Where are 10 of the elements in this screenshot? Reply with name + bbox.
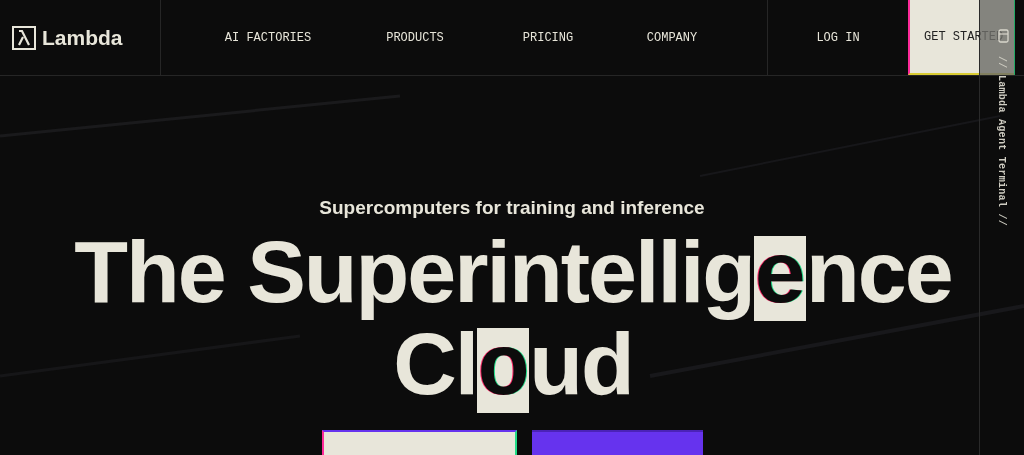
nav-link[interactable]: PRICING: [522, 28, 574, 47]
login-link[interactable]: LOG IN: [768, 0, 908, 75]
logo-text[interactable]: Lambda: [42, 21, 123, 54]
hero-heading: The Superintelligence Cloud: [74, 228, 952, 413]
lambda-logo-icon[interactable]: [12, 25, 36, 50]
nav-link[interactable]: PRODUCTS: [386, 28, 444, 47]
hero-subtitle: Supercomputers for training and inference: [319, 196, 705, 220]
nav-link[interactable]: COMPANY: [646, 28, 698, 47]
agent-terminal-tab[interactable]: // Lambda Agent Terminal //: [994, 56, 1009, 227]
nav-link[interactable]: AI FACTORIES: [224, 28, 312, 47]
